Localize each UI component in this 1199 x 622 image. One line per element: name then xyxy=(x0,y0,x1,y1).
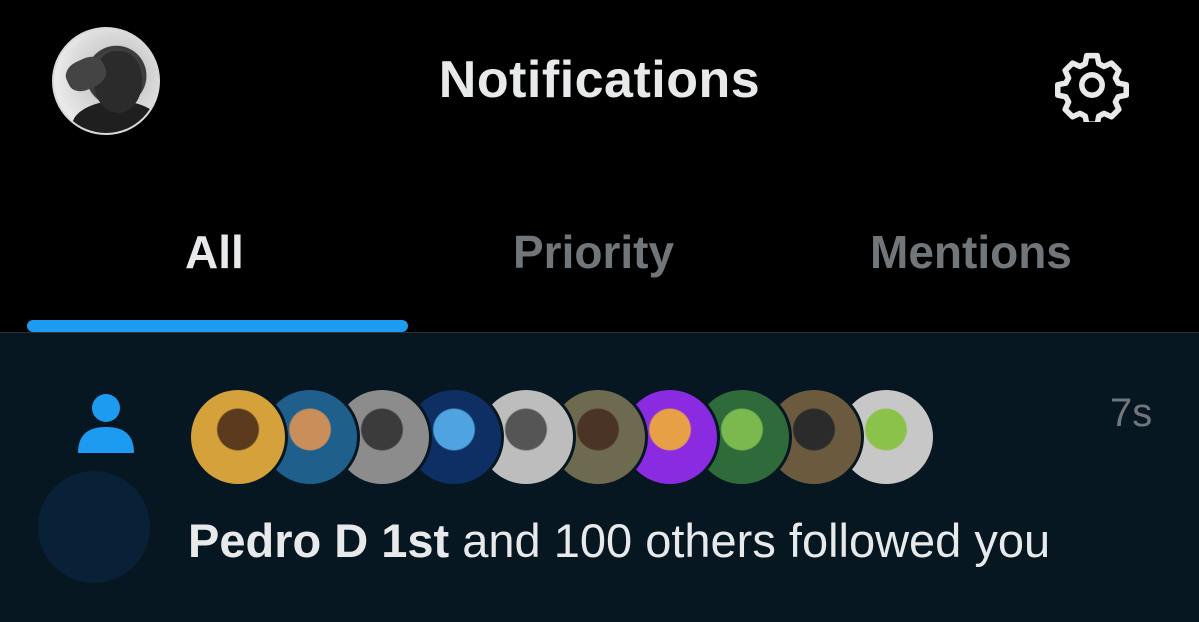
notification-item[interactable]: 7s Pedro D 1st and 100 others followed y… xyxy=(0,333,1199,622)
follower-avatars xyxy=(188,387,948,493)
tab-all[interactable]: All xyxy=(185,225,244,279)
active-tab-indicator xyxy=(27,320,408,332)
tab-priority[interactable]: Priority xyxy=(513,225,674,279)
page-title: Notifications xyxy=(438,51,761,109)
timestamp: 7s xyxy=(1110,391,1153,435)
top-bar: Notifications xyxy=(0,0,1199,160)
actor-name[interactable]: Pedro D 1st xyxy=(188,514,449,567)
settings-button[interactable] xyxy=(1055,48,1129,127)
follower-1-avatar[interactable] xyxy=(188,387,288,487)
tab-mentions[interactable]: Mentions xyxy=(870,225,1072,279)
gear-icon xyxy=(1055,52,1129,127)
notification-tabs: All Priority Mentions xyxy=(0,195,1199,335)
ghost-circle xyxy=(38,471,150,583)
notification-rest-text: and 100 others followed you xyxy=(449,514,1051,567)
person-follow-icon xyxy=(76,391,136,461)
notification-text: Pedro D 1st and 100 others followed you xyxy=(188,513,1050,568)
